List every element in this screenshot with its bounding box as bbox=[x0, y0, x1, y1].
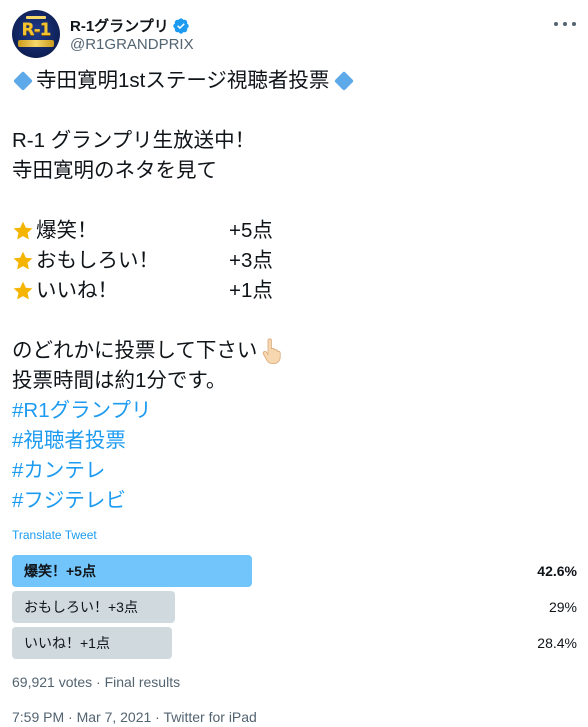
hashtag-link[interactable]: #カンテレ bbox=[12, 456, 582, 486]
blue-diamond-icon bbox=[13, 71, 33, 91]
option-points: +5点 bbox=[229, 219, 273, 242]
blue-diamond-icon bbox=[334, 71, 355, 91]
tweet-line: 寺田寛明のネタを見て bbox=[12, 159, 217, 182]
display-name[interactable]: R-1グランプリ bbox=[70, 15, 169, 36]
option-points: +1点 bbox=[229, 279, 273, 302]
tweet-title-line: 寺田寛明1stステージ視聴者投票 bbox=[12, 66, 582, 96]
star-icon bbox=[13, 251, 33, 270]
vote-instruction: のどれかに投票して下さい bbox=[12, 339, 258, 362]
poll-choice: 爆笑！+5点 42.6% bbox=[12, 555, 577, 587]
avatar-logo-text: R-1 bbox=[21, 20, 52, 40]
translate-tweet-link[interactable]: Translate Tweet bbox=[12, 528, 97, 542]
tweet-line: R-1 グランプリ生放送中！ bbox=[12, 129, 256, 152]
more-options-icon[interactable] bbox=[554, 14, 576, 34]
tweet-header: R-1 R-1グランプリ @R1GRANDPRIX bbox=[12, 10, 576, 58]
handle[interactable]: @R1GRANDPRIX bbox=[70, 36, 194, 53]
hashtag-link[interactable]: #フジテレビ bbox=[12, 486, 582, 516]
pointing-hand-icon bbox=[263, 338, 281, 364]
poll-choice-label: いいね！+1点 bbox=[24, 635, 110, 651]
star-icon bbox=[13, 281, 33, 300]
poll-choice-label: おもしろい！+3点 bbox=[24, 599, 138, 615]
tweet-text: 寺田寛明1stステージ視聴者投票 R-1 グランプリ生放送中！ 寺田寛明のネタを… bbox=[12, 66, 582, 516]
option-points: +3点 bbox=[229, 249, 273, 272]
timestamp[interactable]: 7:59 PM · Mar 7, 2021 · Twitter for iPad bbox=[12, 709, 257, 725]
avatar[interactable]: R-1 bbox=[12, 10, 60, 58]
tweet-title: 寺田寛明1stステージ視聴者投票 bbox=[36, 69, 330, 92]
hashtag-link[interactable]: #視聴者投票 bbox=[12, 426, 582, 456]
option-label: 爆笑！ bbox=[36, 219, 98, 242]
avatar-logo-banner bbox=[18, 40, 54, 47]
avatar-logo-accent bbox=[26, 16, 46, 19]
option-label: おもしろい！ bbox=[36, 249, 159, 272]
poll-choice-percent: 42.6% bbox=[537, 563, 577, 579]
option-line: おもしろい！ +3点 bbox=[12, 246, 582, 276]
poll: 爆笑！+5点 42.6% おもしろい！+3点 29% いいね！+1点 28.4% bbox=[12, 555, 577, 663]
tweet-line: 投票時間は約1分です。 bbox=[12, 369, 227, 392]
poll-choice-percent: 28.4% bbox=[537, 635, 577, 651]
star-icon bbox=[13, 221, 33, 240]
poll-choice: おもしろい！+3点 29% bbox=[12, 591, 577, 623]
verified-badge-icon bbox=[173, 17, 189, 34]
option-line: いいね！ +1点 bbox=[12, 276, 582, 306]
poll-meta: 69,921 votes · Final results bbox=[12, 674, 181, 690]
poll-choice-label: 爆笑！+5点 bbox=[24, 563, 96, 579]
poll-choice: いいね！+1点 28.4% bbox=[12, 627, 577, 659]
option-label: いいね！ bbox=[36, 279, 118, 302]
tweet-line: のどれかに投票して下さい bbox=[12, 336, 582, 366]
option-line: 爆笑！ +5点 bbox=[12, 216, 582, 246]
display-name-row[interactable]: R-1グランプリ bbox=[70, 15, 190, 36]
poll-choice-percent: 29% bbox=[548, 599, 577, 615]
hashtag-link[interactable]: #R1グランプリ bbox=[12, 396, 582, 426]
